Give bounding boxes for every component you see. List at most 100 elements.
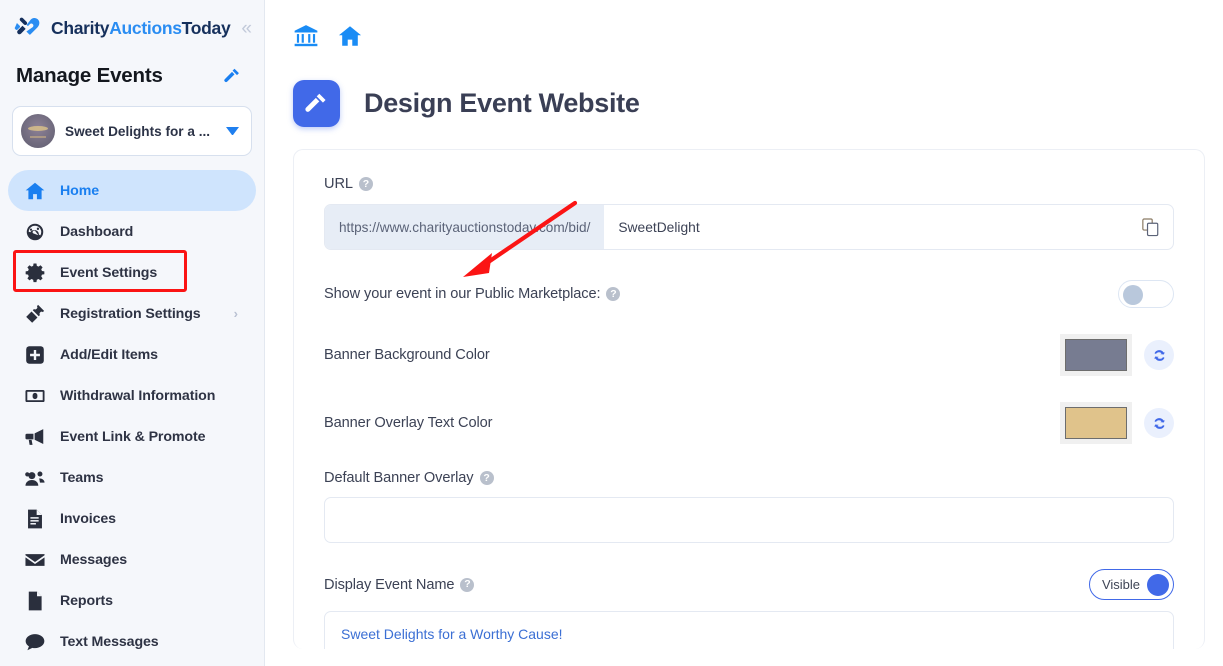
- sidebar-item-event-link-promote[interactable]: Event Link & Promote: [8, 416, 256, 457]
- display-event-name-input[interactable]: [324, 611, 1174, 649]
- sidebar-item-label: Dashboard: [60, 223, 134, 240]
- marketplace-toggle[interactable]: [1118, 280, 1174, 308]
- caret-down-icon[interactable]: [226, 127, 239, 135]
- banner-overlay-text-label: Banner Overlay Text Color: [324, 415, 493, 431]
- sidebar: CharityAuctionsToday « Manage Events Swe…: [0, 0, 265, 666]
- sidebar-item-invoices[interactable]: Invoices: [8, 498, 256, 539]
- page-badge: [293, 80, 340, 127]
- refresh-icon: [1153, 417, 1165, 429]
- sidebar-item-add-edit-items[interactable]: Add/Edit Items: [8, 334, 256, 375]
- sidebar-nav: Home Dashboard Event Settings Registration …: [0, 170, 264, 662]
- sidebar-item-label: Event Link & Promote: [60, 428, 206, 445]
- sidebar-item-label: Invoices: [60, 510, 116, 527]
- chevron-right-icon[interactable]: ›: [234, 306, 238, 321]
- sidebar-item-label: Teams: [60, 469, 104, 486]
- display-event-name-toggle[interactable]: Visible: [1088, 569, 1174, 600]
- display-event-name-label-row: Display Event Name ?: [324, 576, 475, 593]
- help-circle-icon[interactable]: ?: [460, 577, 475, 592]
- home-icon: [24, 180, 46, 202]
- settings-card: URL ? https://www.charityauctionstoday.c…: [293, 149, 1205, 649]
- banner-background-label: Banner Background Color: [324, 347, 490, 363]
- chevron-double-left-icon[interactable]: «: [241, 19, 252, 38]
- display-event-name-header: Display Event Name ? Visible: [324, 569, 1174, 600]
- swatch-frame: [1060, 402, 1132, 444]
- sidebar-item-label: Withdrawal Information: [60, 387, 216, 404]
- sidebar-item-home[interactable]: Home: [8, 170, 256, 211]
- section-title: Manage Events: [16, 64, 163, 87]
- banner-background-reset-button[interactable]: [1144, 340, 1174, 370]
- ticket-icon: [24, 303, 46, 325]
- gavel-icon: [224, 68, 239, 82]
- invoice-document-icon: [24, 508, 46, 530]
- copy-icon: [1141, 217, 1158, 236]
- bank-icon[interactable]: [293, 23, 319, 49]
- default-banner-overlay-label: Default Banner Overlay: [324, 470, 474, 486]
- display-event-name-block: Display Event Name ? Visible: [324, 569, 1174, 649]
- file-icon: [24, 590, 46, 612]
- users-icon: [24, 467, 46, 489]
- sidebar-item-event-settings[interactable]: Event Settings: [8, 252, 256, 293]
- url-label: URL: [324, 176, 353, 192]
- help-circle-icon[interactable]: ?: [358, 177, 373, 191]
- banner-overlay-text-reset-button[interactable]: [1144, 408, 1174, 438]
- banner-background-row: Banner Background Color: [324, 334, 1174, 376]
- brand-row: CharityAuctionsToday «: [0, 0, 264, 56]
- swatch-frame: [1060, 334, 1132, 376]
- envelope-icon: [24, 549, 46, 571]
- toggle-knob: [1123, 285, 1143, 305]
- sidebar-item-text-messages[interactable]: Text Messages: [8, 621, 256, 662]
- heart-gavel-logo-icon: [14, 17, 40, 35]
- url-field-group: https://www.charityauctionstoday.com/bid…: [324, 204, 1174, 250]
- sidebar-item-label: Reports: [60, 592, 113, 609]
- banner-background-swatch[interactable]: [1065, 339, 1127, 371]
- gear-icon: [24, 262, 46, 284]
- top-icon-bar: [265, 0, 1223, 56]
- manage-events-header: Manage Events: [0, 56, 264, 96]
- event-selector-label: Sweet Delights for a ...: [65, 123, 211, 139]
- marketplace-row: Show your event in our Public Marketplac…: [324, 280, 1174, 308]
- sidebar-item-teams[interactable]: Teams: [8, 457, 256, 498]
- sidebar-item-label: Event Settings: [60, 264, 158, 281]
- refresh-icon: [1153, 349, 1165, 361]
- sidebar-item-registration-settings[interactable]: Registration Settings ›: [8, 293, 256, 334]
- sidebar-item-label: Add/Edit Items: [60, 346, 158, 363]
- sidebar-item-label: Messages: [60, 551, 128, 568]
- copy-url-button[interactable]: [1127, 205, 1173, 249]
- page-header: Design Event Website: [265, 56, 1223, 127]
- help-circle-icon[interactable]: ?: [479, 471, 494, 485]
- dashboard-gauge-icon: [24, 221, 46, 243]
- toggle-label: Visible: [1101, 577, 1140, 592]
- marketplace-label-row: Show your event in our Public Marketplac…: [324, 286, 621, 302]
- money-bill-icon: [24, 385, 46, 407]
- toggle-knob: [1147, 573, 1169, 596]
- default-banner-overlay-block: Default Banner Overlay ?: [324, 470, 1174, 543]
- sidebar-item-label: Registration Settings: [60, 305, 201, 322]
- marketplace-label: Show your event in our Public Marketplac…: [324, 286, 601, 302]
- url-input[interactable]: [604, 205, 1127, 249]
- megaphone-icon: [24, 426, 46, 448]
- banner-overlay-text-controls: [1060, 402, 1174, 444]
- help-circle-icon[interactable]: ?: [606, 287, 621, 301]
- sidebar-item-messages[interactable]: Messages: [8, 539, 256, 580]
- sidebar-item-dashboard[interactable]: Dashboard: [8, 211, 256, 252]
- chat-bubble-icon: [24, 631, 46, 653]
- default-banner-overlay-input[interactable]: [324, 497, 1174, 543]
- sidebar-item-label: Home: [60, 182, 100, 199]
- home-icon[interactable]: [337, 23, 363, 49]
- banner-background-controls: [1060, 334, 1174, 376]
- main-content: Design Event Website URL ? https://www.c…: [265, 0, 1223, 666]
- brand-today-text: Today: [181, 17, 231, 38]
- event-selector[interactable]: Sweet Delights for a ...: [12, 106, 252, 156]
- url-prefix: https://www.charityauctionstoday.com/bid…: [325, 205, 605, 249]
- brand-auctions-text: Auctions: [109, 17, 182, 38]
- brand-wordmark: CharityAuctionsToday: [51, 17, 231, 39]
- brand-charity-text: Charity: [51, 17, 110, 38]
- sidebar-item-withdrawal-information[interactable]: Withdrawal Information: [8, 375, 256, 416]
- display-event-name-label: Display Event Name: [324, 576, 455, 593]
- page-title: Design Event Website: [364, 88, 640, 118]
- sidebar-item-label: Text Messages: [60, 633, 159, 650]
- gavel-icon: [305, 93, 326, 112]
- banner-overlay-text-swatch[interactable]: [1065, 407, 1127, 439]
- app-root: CharityAuctionsToday « Manage Events Swe…: [0, 0, 1223, 666]
- sidebar-item-reports[interactable]: Reports: [8, 580, 256, 621]
